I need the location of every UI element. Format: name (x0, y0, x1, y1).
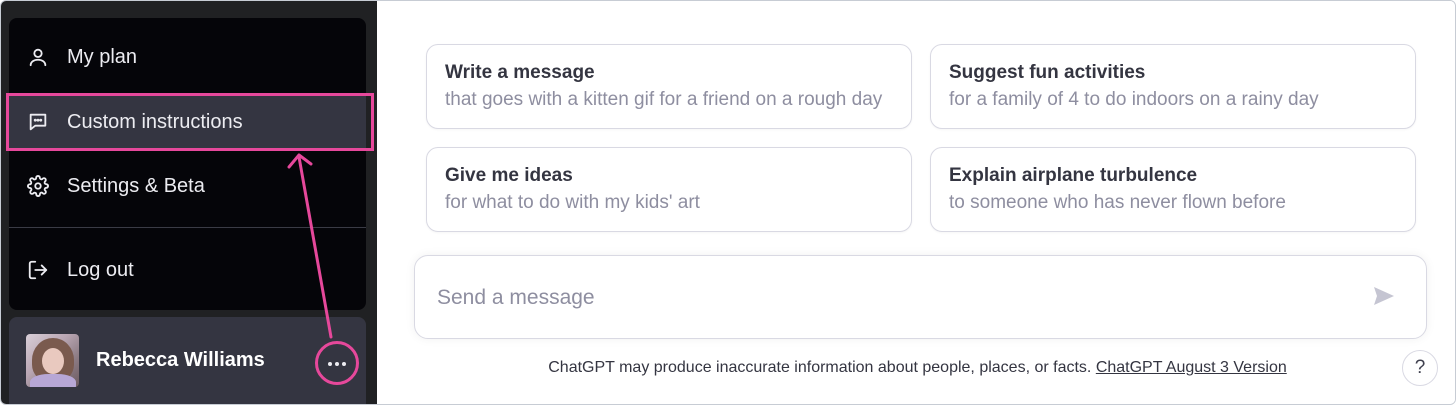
sidebar: My plan Custom instructions Settings & B… (1, 1, 377, 404)
suggestion-title: Explain airplane turbulence (949, 165, 1198, 186)
menu-item-custom-instructions[interactable]: Custom instructions (9, 93, 366, 151)
more-options-button[interactable] (315, 341, 359, 385)
user-profile-button[interactable]: Rebecca Williams (9, 317, 366, 404)
menu-item-label: Log out (67, 258, 134, 281)
disclaimer-text: ChatGPT may produce inaccurate informati… (548, 359, 1096, 376)
menu-item-log-out[interactable]: Log out (9, 241, 366, 299)
send-icon (1372, 284, 1396, 313)
menu-item-label: My plan (67, 45, 138, 68)
suggestion-title: Suggest fun activities (949, 62, 1146, 83)
suggestion-card[interactable]: Explain airplane turbulence to someone w… (930, 147, 1416, 232)
suggestion-card[interactable]: Write a message that goes with a kitten … (426, 44, 912, 129)
chat-bubble-icon (25, 109, 51, 135)
menu-item-settings[interactable]: Settings & Beta (9, 157, 366, 215)
suggestion-title: Give me ideas (445, 165, 573, 186)
user-name: Rebecca Williams (96, 349, 265, 371)
user-menu: My plan Custom instructions Settings & B… (9, 18, 366, 310)
main-panel: Write a message that goes with a kitten … (378, 1, 1455, 404)
disclaimer: ChatGPT may produce inaccurate informati… (378, 359, 1455, 377)
suggestion-title: Write a message (445, 62, 595, 83)
menu-item-my-plan[interactable]: My plan (9, 28, 366, 86)
version-link[interactable]: ChatGPT August 3 Version (1096, 359, 1287, 376)
menu-item-label: Settings & Beta (67, 174, 205, 197)
suggestion-card[interactable]: Give me ideas for what to do with my kid… (426, 147, 912, 232)
avatar (26, 334, 79, 387)
suggestion-subtitle: that goes with a kitten gif for a friend… (445, 89, 883, 110)
message-composer (414, 255, 1427, 339)
send-button[interactable] (1369, 283, 1399, 313)
message-input[interactable] (437, 278, 1337, 318)
user-icon (25, 44, 51, 70)
suggestion-card[interactable]: Suggest fun activities for a family of 4… (930, 44, 1416, 129)
gear-icon (25, 173, 51, 199)
menu-item-label: Custom instructions (67, 110, 243, 133)
question-icon: ? (1414, 357, 1426, 378)
suggestion-subtitle: for a family of 4 to do indoors on a rai… (949, 89, 1319, 110)
menu-divider (9, 227, 366, 228)
logout-icon (25, 257, 51, 283)
help-button[interactable]: ? (1402, 350, 1438, 386)
suggestion-subtitle: for what to do with my kids' art (445, 192, 700, 213)
app-window: My plan Custom instructions Settings & B… (0, 0, 1456, 405)
ellipsis-icon (327, 354, 347, 372)
suggestion-subtitle: to someone who has never flown before (949, 192, 1286, 213)
